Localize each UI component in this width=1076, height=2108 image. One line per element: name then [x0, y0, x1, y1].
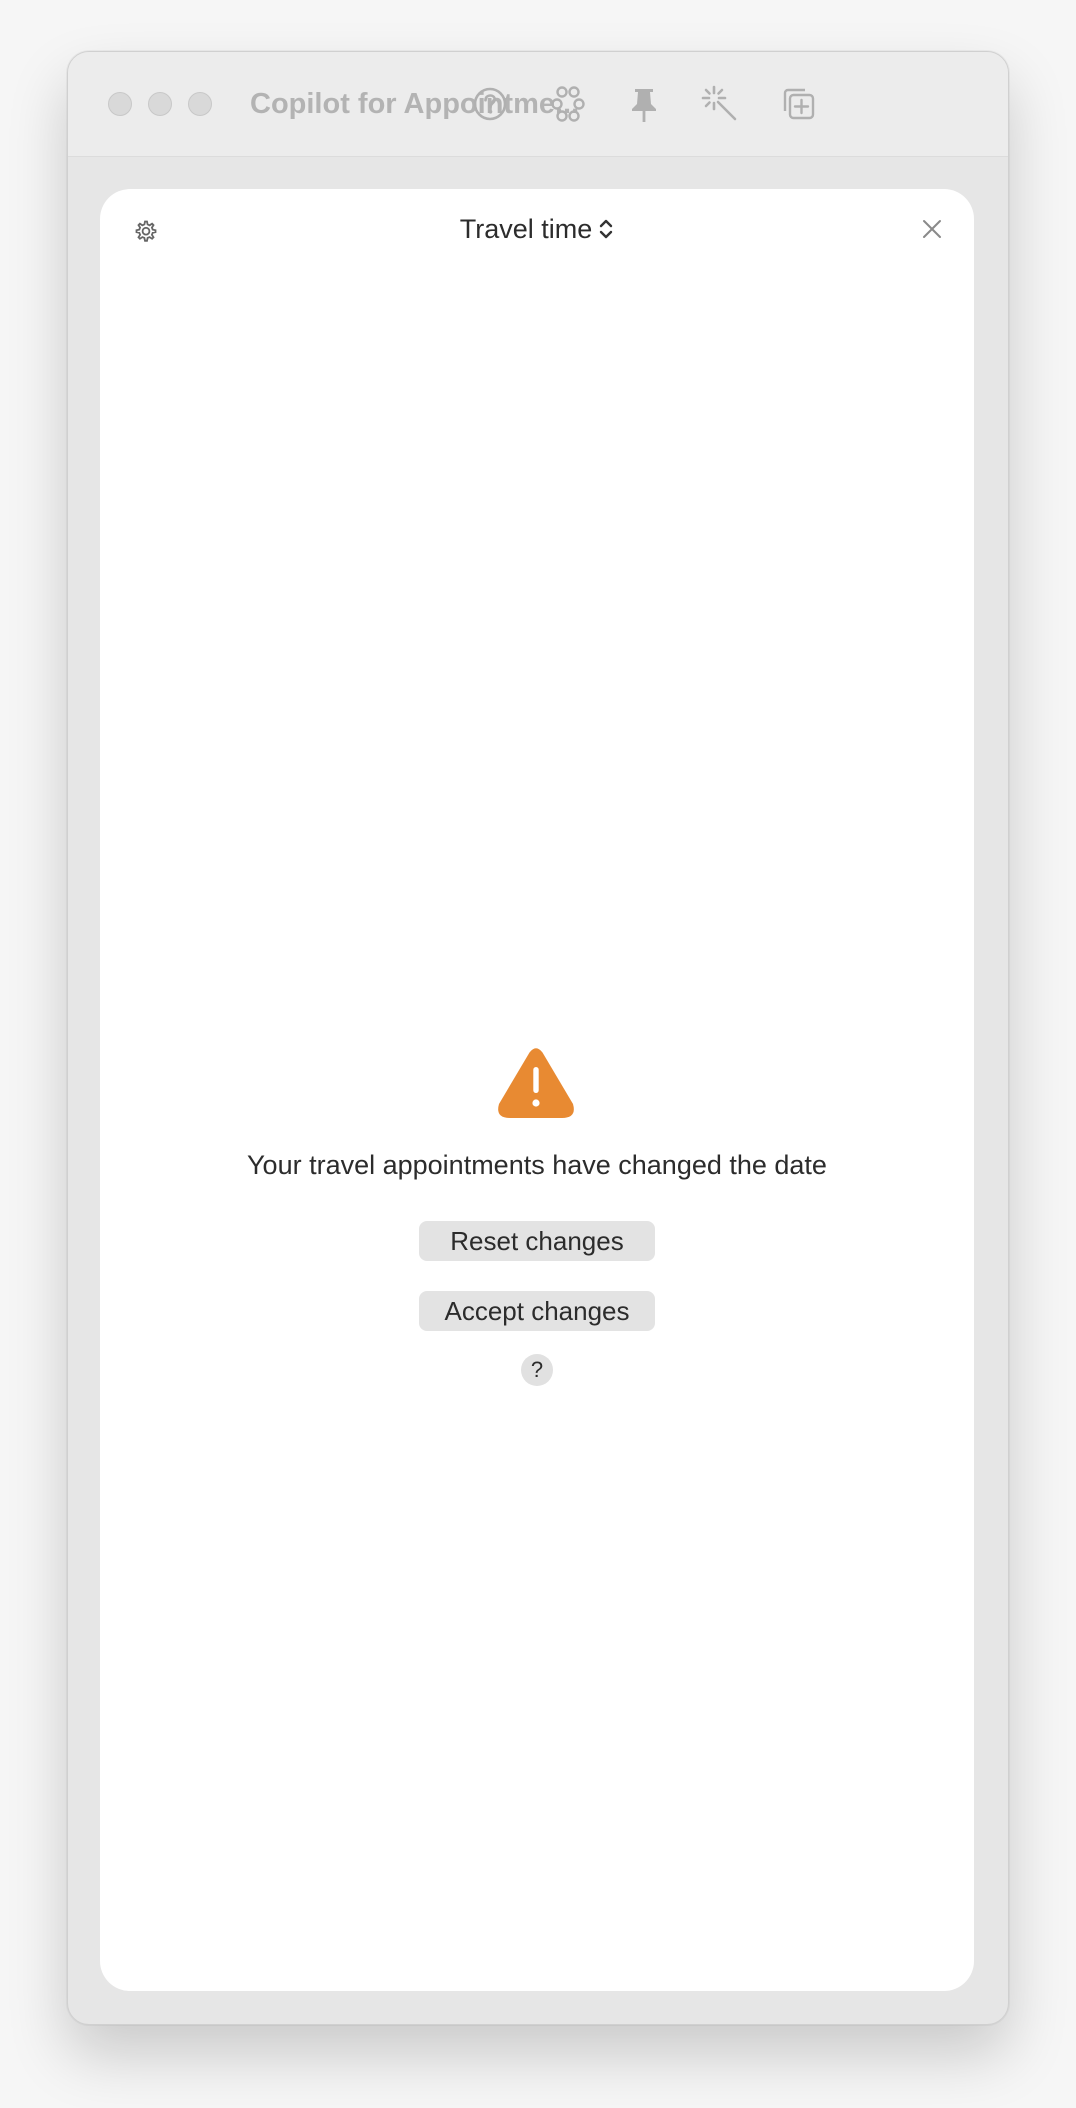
- window-title: Copilot for Appointme...: [250, 88, 580, 120]
- magic-icon[interactable]: [700, 84, 740, 124]
- chevron-up-down-icon: [600, 219, 613, 239]
- app-window: Copilot for Appointme... Travel time You…: [67, 51, 1009, 2025]
- alert-message: Your travel appointments have changed th…: [247, 1150, 827, 1180]
- help-icon[interactable]: [470, 84, 510, 124]
- accept-changes-button[interactable]: Accept changes: [419, 1291, 655, 1331]
- reset-changes-button[interactable]: Reset changes: [419, 1221, 655, 1261]
- title-bar[interactable]: Copilot for Appointme...: [68, 52, 1008, 157]
- mode-label: Travel time: [459, 214, 593, 244]
- window-close-button[interactable]: [108, 92, 132, 116]
- content-panel: Travel time Your travel appointments hav…: [100, 189, 974, 1991]
- new-window-icon[interactable]: [778, 84, 818, 124]
- shortcuts-icon[interactable]: [548, 84, 588, 124]
- mode-selector[interactable]: Travel time: [460, 211, 615, 247]
- window-zoom-button[interactable]: [188, 92, 212, 116]
- help-button[interactable]: ?: [521, 1354, 553, 1386]
- window-minimize-button[interactable]: [148, 92, 172, 116]
- close-icon[interactable]: [920, 217, 944, 241]
- warning-icon: [496, 1047, 576, 1119]
- pin-icon[interactable]: [624, 84, 664, 124]
